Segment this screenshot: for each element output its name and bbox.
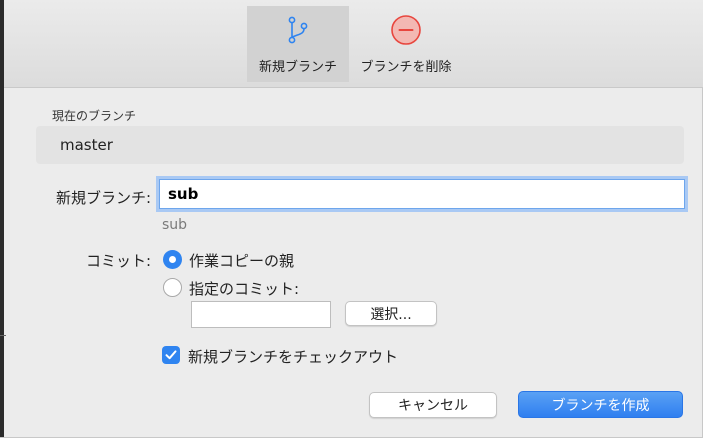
new-branch-tab-label: 新規ブランチ [258,60,337,75]
radio-working-copy-parent-label: 作業コピーの親 [189,252,295,270]
cancel-button[interactable]: キャンセル [369,392,497,418]
new-branch-tab[interactable]: 新規ブランチ [247,6,349,82]
current-branch-value: master [36,126,684,164]
new-branch-preview: sub [162,217,188,233]
commit-label: コミット: [85,252,151,270]
commit-input[interactable] [191,301,331,328]
toolbar: 新規ブランチ ブランチを削除 [0,0,703,88]
delete-branch-tab-label: ブランチを削除 [360,60,452,75]
checkout-checkbox[interactable] [162,346,180,364]
delete-branch-tab[interactable]: ブランチを削除 [350,6,462,82]
checkout-label: 新規ブランチをチェックアウト [188,348,399,366]
radio-specified-commit-label: 指定のコミット: [189,280,300,298]
new-branch-dialog: 新規ブランチ ブランチを削除 現在のブランチ master 新規ブランチ: su… [0,0,703,438]
checkmark-icon [165,350,177,360]
delete-icon [389,13,423,47]
new-branch-input[interactable] [159,179,685,209]
crop-mark [0,335,6,336]
window-left-edge [0,0,4,437]
create-branch-button[interactable]: ブランチを作成 [518,391,683,418]
radio-specified-commit[interactable] [163,278,182,297]
select-commit-button[interactable]: 選択... [345,301,437,326]
current-branch-text: master [60,136,113,154]
new-branch-label: 新規ブランチ: [55,189,151,207]
branch-icon [281,13,315,47]
radio-working-copy-parent[interactable] [163,250,182,269]
current-branch-label: 現在のブランチ [52,109,137,123]
